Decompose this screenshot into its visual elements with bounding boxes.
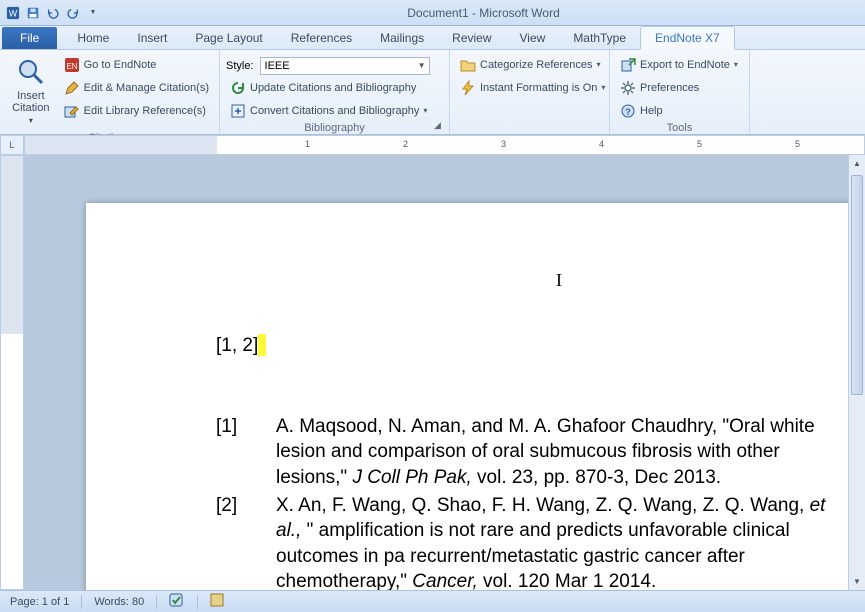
help-button[interactable]: ?Help (616, 100, 743, 121)
gear-icon (620, 80, 636, 96)
dropdown-arrow-icon: ▼ (418, 61, 429, 70)
preferences-button[interactable]: Preferences (616, 77, 743, 98)
group-instant: Categorize References▾ Instant Formattin… (450, 50, 610, 134)
status-macro-icon[interactable] (206, 593, 228, 610)
reference-number: [1] (216, 414, 276, 491)
pencil-book-icon (64, 103, 80, 119)
inline-citation-line: [1, 2] (216, 333, 856, 359)
status-bar: Page: 1 of 1 Words: 80 (0, 590, 865, 612)
tab-mailings[interactable]: Mailings (366, 27, 438, 49)
style-dropdown[interactable]: IEEE ▼ (260, 57, 430, 75)
save-icon[interactable] (24, 4, 42, 22)
convert-icon (230, 103, 246, 119)
inline-citation: [1, 2] (216, 333, 258, 359)
status-divider (197, 595, 198, 609)
group-bibliography: Style: IEEE ▼ Update Citations and Bibli… (220, 50, 450, 134)
group-label-empty (456, 118, 603, 134)
instant-formatting-button[interactable]: Instant Formatting is On▾ (456, 77, 603, 98)
refresh-icon (230, 80, 246, 96)
endnote-icon: EN (64, 57, 80, 73)
ribbon: Insert Citation ▾ ENGo to EndNote Edit &… (0, 50, 865, 135)
update-citations-button[interactable]: Update Citations and Bibliography (226, 77, 443, 98)
tab-mathtype[interactable]: MathType (559, 27, 640, 49)
scroll-up-icon[interactable]: ▲ (849, 155, 865, 172)
tab-file[interactable]: File (2, 27, 57, 49)
export-icon (620, 57, 636, 73)
group-citations: Insert Citation ▾ ENGo to EndNote Edit &… (0, 50, 220, 134)
undo-icon[interactable] (44, 4, 62, 22)
ruler-row: L 1 2 3 4 5 5 (0, 135, 865, 155)
horizontal-ruler[interactable]: 1 2 3 4 5 5 (24, 135, 865, 155)
folder-icon (460, 57, 476, 73)
style-label: Style: (226, 60, 254, 72)
tab-review[interactable]: Review (438, 27, 505, 49)
redo-icon[interactable] (64, 4, 82, 22)
bibliography-list: [1] A. Maqsood, N. Aman, and M. A. Ghafo… (216, 414, 856, 590)
reference-text: X. An, F. Wang, Q. Shao, F. H. Wang, Z. … (276, 493, 856, 590)
group-tools: Export to EndNote▾ Preferences ?Help Too… (610, 50, 750, 134)
tab-page-layout[interactable]: Page Layout (181, 27, 276, 49)
text-cursor-icon: I (556, 268, 562, 292)
document-area[interactable]: [1, 2] [1] A. Maqsood, N. Aman, and M. A… (24, 155, 865, 590)
vertical-scrollbar[interactable]: ▲ ▼ (848, 155, 865, 590)
insert-citation-button[interactable]: Insert Citation ▾ (6, 52, 56, 131)
status-divider (156, 595, 157, 609)
reference-item: [1] A. Maqsood, N. Aman, and M. A. Ghafo… (216, 414, 856, 491)
edit-manage-citations-button[interactable]: Edit & Manage Citation(s) (60, 77, 213, 98)
export-to-endnote-button[interactable]: Export to EndNote▾ (616, 54, 743, 75)
status-proofing-icon[interactable] (165, 593, 189, 610)
page: [1, 2] [1] A. Maqsood, N. Aman, and M. A… (86, 203, 865, 590)
magnifier-icon (15, 56, 47, 88)
status-page[interactable]: Page: 1 of 1 (6, 596, 73, 608)
reference-item: [2] X. An, F. Wang, Q. Shao, F. H. Wang,… (216, 493, 856, 590)
insertion-highlight (258, 334, 266, 356)
style-value: IEEE (265, 60, 290, 72)
svg-text:?: ? (625, 107, 631, 117)
vertical-ruler[interactable] (0, 155, 24, 590)
tab-insert[interactable]: Insert (123, 27, 181, 49)
pencil-icon (64, 80, 80, 96)
workspace: [1, 2] [1] A. Maqsood, N. Aman, and M. A… (0, 155, 865, 590)
bibliography-launcher-icon[interactable]: ◢ (434, 120, 446, 132)
reference-number: [2] (216, 493, 276, 590)
window-title: Document1 - Microsoft Word (102, 6, 865, 20)
reference-text: A. Maqsood, N. Aman, and M. A. Ghafoor C… (276, 414, 856, 491)
help-icon: ? (620, 103, 636, 119)
title-bar: W ▼ Document1 - Microsoft Word (0, 0, 865, 26)
edit-library-references-button[interactable]: Edit Library Reference(s) (60, 100, 213, 121)
svg-text:EN: EN (66, 62, 77, 71)
status-words[interactable]: Words: 80 (90, 596, 148, 608)
status-divider (81, 595, 82, 609)
scrollbar-thumb[interactable] (851, 175, 863, 395)
convert-citations-button[interactable]: Convert Citations and Bibliography▾ (226, 100, 443, 121)
ribbon-tabs: File Home Insert Page Layout References … (0, 26, 865, 50)
scroll-down-icon[interactable]: ▼ (849, 573, 865, 590)
categorize-references-button[interactable]: Categorize References▾ (456, 54, 603, 75)
tab-endnote-x7[interactable]: EndNote X7 (640, 26, 735, 50)
tab-home[interactable]: Home (63, 27, 123, 49)
lightning-icon (460, 80, 476, 96)
tab-references[interactable]: References (277, 27, 366, 49)
word-app-icon[interactable]: W (4, 4, 22, 22)
tab-view[interactable]: View (506, 27, 560, 49)
go-to-endnote-button[interactable]: ENGo to EndNote (60, 54, 213, 75)
qat-dropdown-icon[interactable]: ▼ (84, 4, 102, 22)
insert-citation-label: Insert Citation ▾ (12, 90, 50, 127)
quick-access-toolbar: W ▼ (0, 4, 102, 22)
svg-text:W: W (9, 8, 18, 18)
